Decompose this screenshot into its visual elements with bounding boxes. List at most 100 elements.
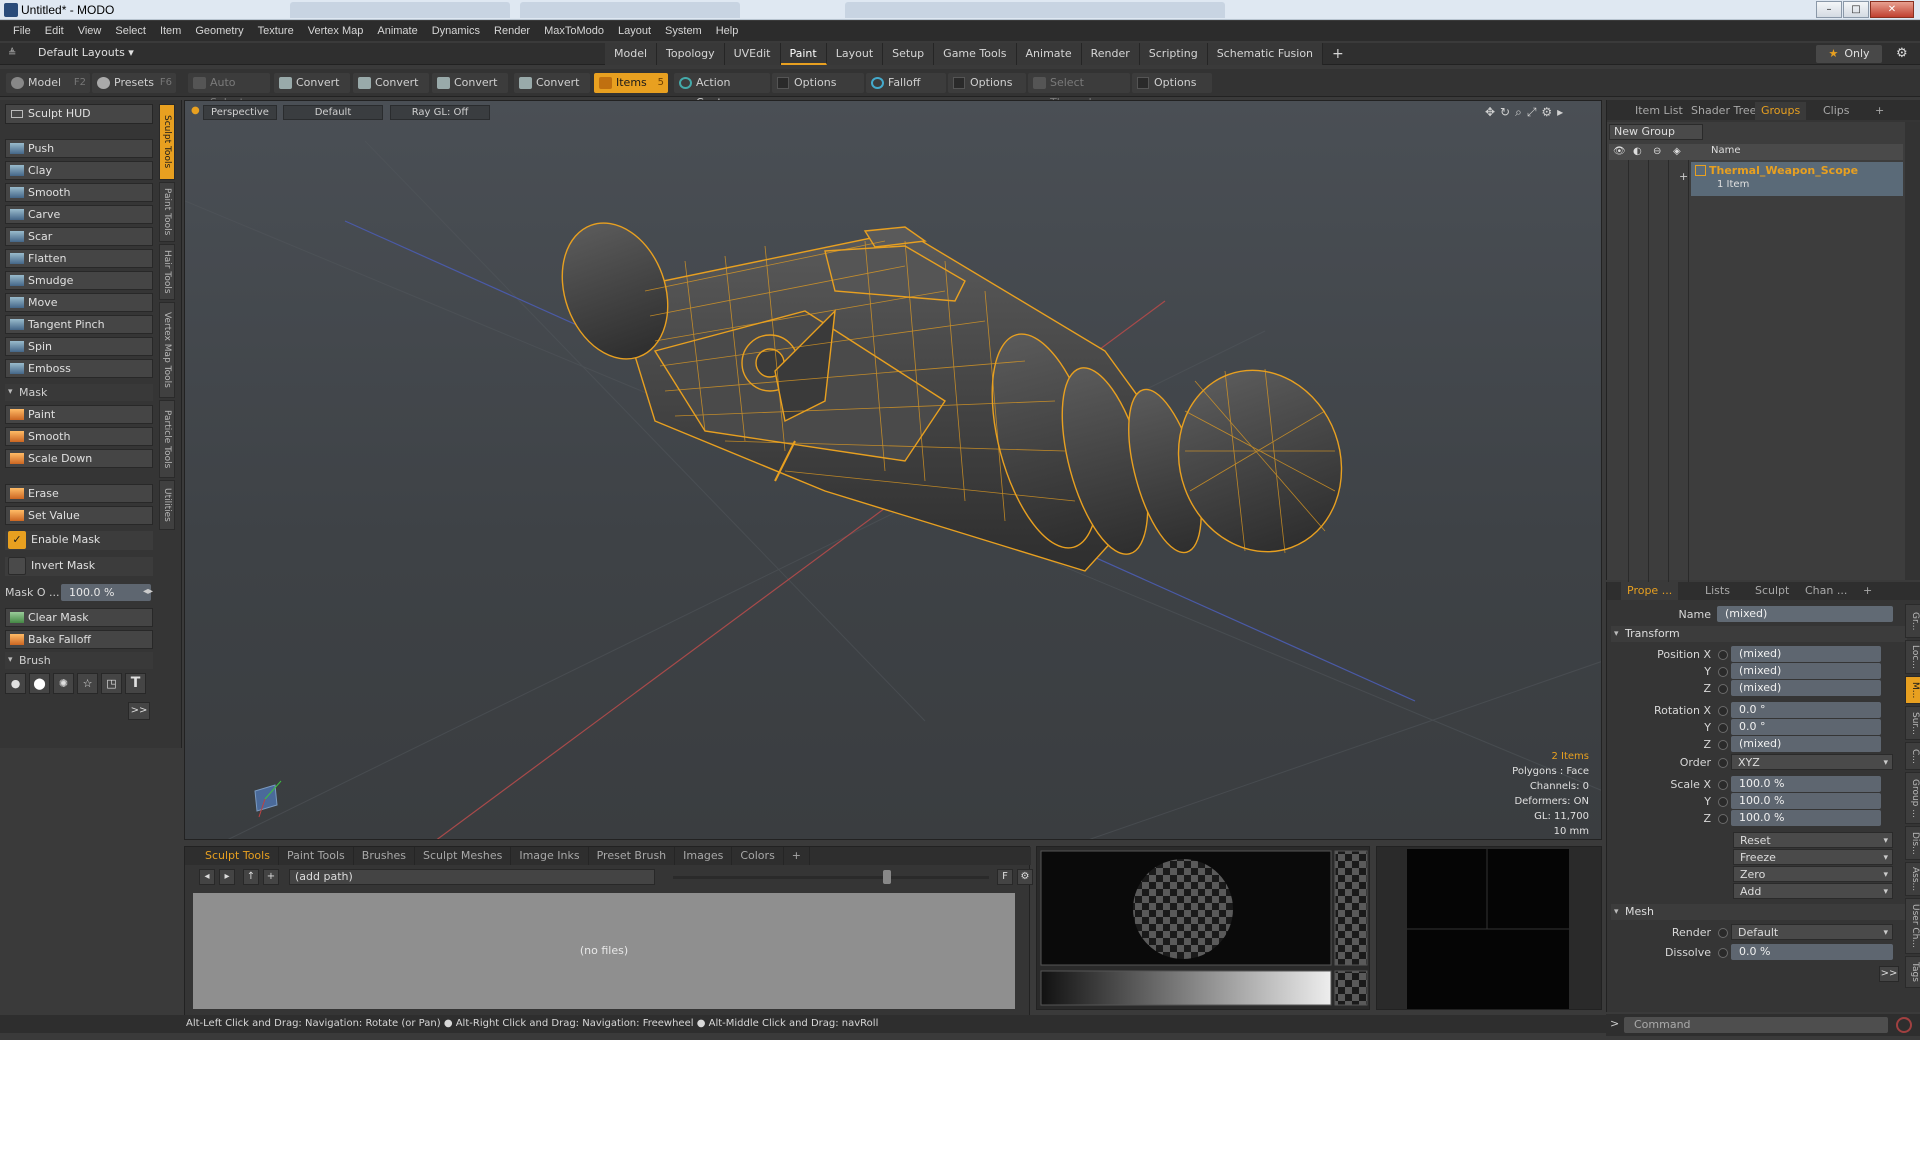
add-properties-tab-button[interactable]: + [1857, 582, 1878, 600]
erase-button[interactable]: Erase [5, 484, 153, 503]
tab-lists[interactable]: Lists [1699, 582, 1736, 600]
carve-tool-button[interactable]: Carve [5, 205, 153, 224]
scale-y-field[interactable]: 100.0 % [1731, 793, 1881, 809]
hard-brush-icon[interactable]: ⬤ [29, 673, 50, 694]
falloff-options-button[interactable]: Options [948, 73, 1026, 93]
rotation-y-field[interactable]: 0.0 ° [1731, 719, 1881, 735]
menu-geometry[interactable]: Geometry [188, 25, 250, 37]
background-tab[interactable] [1035, 2, 1225, 18]
tab-groups[interactable]: Groups [1755, 102, 1807, 120]
items-mode-button[interactable]: Items 5 [594, 73, 668, 93]
tab-scripting[interactable]: Scripting [1139, 43, 1208, 65]
menu-maxtomodo[interactable]: MaxToModo [537, 25, 611, 37]
side-tab-c[interactable]: C... [1905, 742, 1920, 770]
falloff-button[interactable]: Falloff [866, 73, 946, 93]
tab-schematic-fusion[interactable]: Schematic Fusion [1207, 43, 1324, 65]
render-key[interactable] [1718, 928, 1728, 938]
model-button[interactable]: Model F2 [6, 73, 90, 93]
position-y-field[interactable]: (mixed) [1731, 663, 1881, 679]
position-x-field[interactable]: (mixed) [1731, 646, 1881, 662]
file-list[interactable]: (no files) [193, 893, 1015, 1009]
shading-dropdown[interactable]: Default [283, 105, 383, 120]
tab-paint[interactable]: Paint [780, 43, 827, 65]
position-z-field[interactable]: (mixed) [1731, 680, 1881, 696]
scale-z-key[interactable] [1718, 814, 1728, 824]
tab-colors[interactable]: Colors [732, 847, 784, 865]
position-y-key[interactable] [1718, 667, 1728, 677]
menu-animate[interactable]: Animate [370, 25, 424, 37]
add-scene-tab-button[interactable]: + [1869, 102, 1890, 120]
group-row[interactable]: + Thermal_Weapon_Scope 1 Item [1679, 162, 1903, 196]
stepper-icon[interactable]: ◂▸ [143, 586, 153, 597]
star-brush-icon[interactable]: ☆ [77, 673, 98, 694]
more-button[interactable]: >> [128, 702, 150, 720]
tab-sculpt-meshes[interactable]: Sculpt Meshes [415, 847, 512, 865]
position-z-key[interactable] [1718, 684, 1728, 694]
rotation-z-key[interactable] [1718, 740, 1728, 750]
select-options-button[interactable]: Options [1132, 73, 1212, 93]
convert-items-button[interactable]: Convert [514, 73, 590, 93]
path-dropdown[interactable]: (add path) [289, 869, 655, 885]
transform-section-header[interactable]: Transform [1611, 626, 1907, 642]
options-checkbox[interactable] [777, 77, 789, 89]
tab-sculpt-tools-browser[interactable]: Sculpt Tools [197, 847, 279, 865]
convert-edges-button[interactable]: Convert [353, 73, 429, 93]
add-path-icon[interactable]: + [263, 869, 279, 885]
tab-layout[interactable]: Layout [826, 43, 884, 65]
convert-polygons-button[interactable]: Convert [432, 73, 508, 93]
minimize-button[interactable]: – [1816, 1, 1842, 18]
menu-vertex-map[interactable]: Vertex Map [301, 25, 371, 37]
tab-image-inks[interactable]: Image Inks [511, 847, 589, 865]
default-layouts-dropdown[interactable]: Default Layouts ▾ [38, 46, 134, 59]
tab-hair-tools[interactable]: Hair Tools [159, 244, 175, 300]
add-tab-button[interactable]: + [1323, 43, 1353, 65]
select-through-button[interactable]: Select Through [1028, 73, 1130, 109]
expand-icon[interactable]: + [1679, 170, 1688, 183]
tab-uvedit[interactable]: UVEdit [724, 43, 781, 65]
tab-particle-tools[interactable]: Particle Tools [159, 400, 175, 478]
mask-paint-button[interactable]: Paint [5, 405, 153, 424]
tab-sculpt-tools[interactable]: Sculpt Tools [159, 104, 175, 180]
only-button[interactable]: ★ Only [1816, 45, 1882, 63]
menu-dynamics[interactable]: Dynamics [425, 25, 487, 37]
lock-icon[interactable]: ⊖ [1653, 146, 1661, 157]
background-tab[interactable] [520, 2, 740, 18]
properties-more-button[interactable]: >> [1879, 966, 1899, 982]
menu-edit[interactable]: Edit [38, 25, 71, 37]
tab-setup[interactable]: Setup [883, 43, 935, 65]
side-tab-user-channels[interactable]: User Ch... [1905, 898, 1920, 954]
clay-tool-button[interactable]: Clay [5, 161, 153, 180]
tab-vertex-map-tools[interactable]: Vertex Map Tools [159, 302, 175, 398]
render-icon[interactable]: ◐ [1633, 146, 1642, 157]
menu-select[interactable]: Select [108, 25, 153, 37]
scale-z-field[interactable]: 100.0 % [1731, 810, 1881, 826]
side-tab-surface[interactable]: Sur... [1905, 706, 1920, 740]
set-value-button[interactable]: Set Value [5, 506, 153, 525]
splat-brush-icon[interactable]: ✺ [53, 673, 74, 694]
menu-file[interactable]: File [6, 25, 38, 37]
tab-animate[interactable]: Animate [1016, 43, 1082, 65]
order-key[interactable] [1718, 758, 1728, 768]
order-dropdown[interactable]: XYZ [1731, 754, 1893, 771]
spin-tool-button[interactable]: Spin [5, 337, 153, 356]
add-dropdown[interactable]: Add [1733, 883, 1893, 900]
tab-sculpt[interactable]: Sculpt [1749, 582, 1795, 600]
dissolve-field[interactable]: 0.0 % [1731, 944, 1893, 960]
menu-view[interactable]: View [71, 25, 109, 37]
bake-falloff-button[interactable]: Bake Falloff [5, 630, 153, 649]
menu-help[interactable]: Help [709, 25, 746, 37]
mask-section-header[interactable]: Mask [5, 384, 153, 401]
mask-opacity-field[interactable]: 100.0 % [61, 584, 151, 601]
tab-game-tools[interactable]: Game Tools [934, 43, 1017, 65]
layout-up-icon[interactable]: ≜ [8, 48, 20, 59]
side-tab-locator[interactable]: Loc... [1905, 640, 1920, 674]
mesh-section-header[interactable]: Mesh [1611, 904, 1907, 920]
tab-paint-tools[interactable]: Paint Tools [159, 182, 175, 242]
back-icon[interactable]: ◂ [199, 869, 215, 885]
action-center-button[interactable]: Action Center [674, 73, 770, 109]
zero-dropdown[interactable]: Zero [1733, 866, 1893, 883]
record-icon[interactable] [1896, 1017, 1912, 1033]
tab-images[interactable]: Images [675, 847, 733, 865]
name-field[interactable]: (mixed) [1717, 606, 1893, 622]
text-brush-icon[interactable]: T [125, 673, 146, 694]
